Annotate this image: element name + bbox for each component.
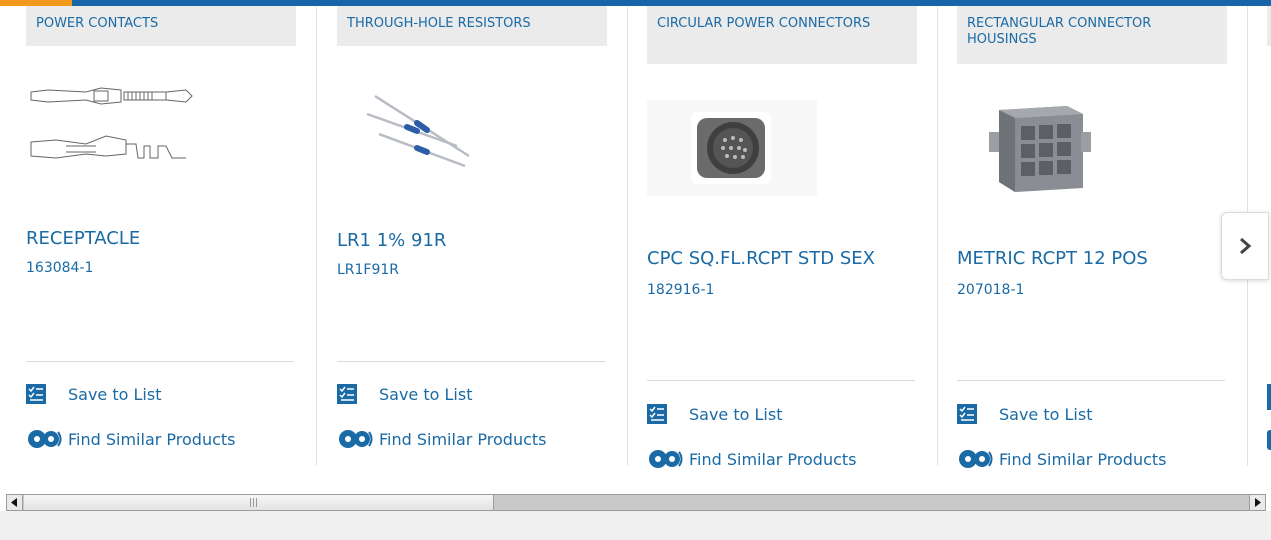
product-carousel: POWER CONTACTS RECEPTACLE 163084-1 Save [0,6,1271,490]
bottom-strip [0,511,1271,540]
find-similar-label: Find Similar Products [689,449,857,469]
card-separator [316,6,317,466]
part-number-link[interactable]: 182916-1 [647,282,714,298]
product-image[interactable] [647,100,817,196]
save-to-list-button[interactable]: Save to List [337,384,472,404]
product-image[interactable] [365,86,475,171]
gears-icon [1267,430,1271,450]
checklist-icon [647,404,667,424]
divider [957,380,1225,381]
product-title-link[interactable]: LR1 1% 91R [337,230,446,251]
part-number-link[interactable]: LR1F91R [337,262,399,278]
product-title-link[interactable]: METRIC RCPT 12 POS [957,248,1148,269]
category-label[interactable]: THROUGH-HOLE RESISTORS [337,6,607,46]
find-similar-products-button[interactable]: Find Similar Products [26,428,236,450]
gears-icon [959,450,993,468]
find-similar-label: Find Similar Products [379,429,547,449]
category-label[interactable]: POWER CONTACTS [26,6,296,46]
grip-icon [250,498,258,507]
gears-icon [649,450,683,468]
product-title-link[interactable]: RECEPTACLE [26,228,140,249]
scroll-left-button[interactable] [7,495,23,510]
save-to-list-label: Save to List [999,404,1093,424]
horizontal-scrollbar[interactable] [6,494,1266,511]
product-card: POWER CONTACTS RECEPTACLE 163084-1 Save [26,6,296,484]
divider [337,361,605,362]
checklist-icon [26,384,46,404]
category-label[interactable]: CIRCULAR POWER CONNECTORS [647,6,917,64]
save-to-list-label: Save to List [68,384,162,404]
category-label-partial [1267,6,1271,46]
checklist-icon [957,404,977,424]
save-to-list-button[interactable]: Save to List [647,404,782,424]
find-similar-products-button[interactable]: Find Similar Products [337,428,547,450]
checklist-icon [1267,384,1271,410]
part-number-link[interactable]: 207018-1 [957,282,1024,298]
product-image[interactable] [989,102,1093,194]
product-image[interactable] [26,84,196,174]
arrow-left-icon [11,498,17,507]
card-separator [627,6,628,466]
category-label[interactable]: RECTANGULAR CONNECTOR HOUSINGS [957,6,1227,64]
chevron-right-icon [1240,237,1252,255]
scrollbar-thumb[interactable] [24,495,494,510]
scroll-right-button[interactable] [1249,495,1265,510]
divider [647,380,915,381]
carousel-next-button[interactable] [1221,212,1269,280]
product-card: RECTANGULAR CONNECTOR HOUSINGS METRIC RC… [957,6,1227,484]
gears-icon [28,430,62,448]
gears-icon [339,430,373,448]
product-card: THROUGH-HOLE RESISTORS LR1 1% 91R LR1F91… [337,6,607,484]
find-similar-label: Find Similar Products [999,449,1167,469]
checklist-icon [337,384,357,404]
part-number-link[interactable]: 163084-1 [26,260,93,276]
find-similar-products-button[interactable]: Find Similar Products [957,448,1167,470]
find-similar-products-button[interactable]: Find Similar Products [647,448,857,470]
arrow-right-icon [1255,498,1261,507]
save-to-list-label: Save to List [379,384,473,404]
find-similar-label: Find Similar Products [68,429,236,449]
card-separator [937,6,938,466]
product-card: CIRCULAR POWER CONNECTORS CPC SQ.FL.RCPT… [647,6,917,484]
save-to-list-button[interactable]: Save to List [26,384,161,404]
divider [26,361,294,362]
save-to-list-button[interactable]: Save to List [957,404,1092,424]
product-title-link[interactable]: CPC SQ.FL.RCPT STD SEX [647,248,875,269]
save-to-list-label: Save to List [689,404,783,424]
